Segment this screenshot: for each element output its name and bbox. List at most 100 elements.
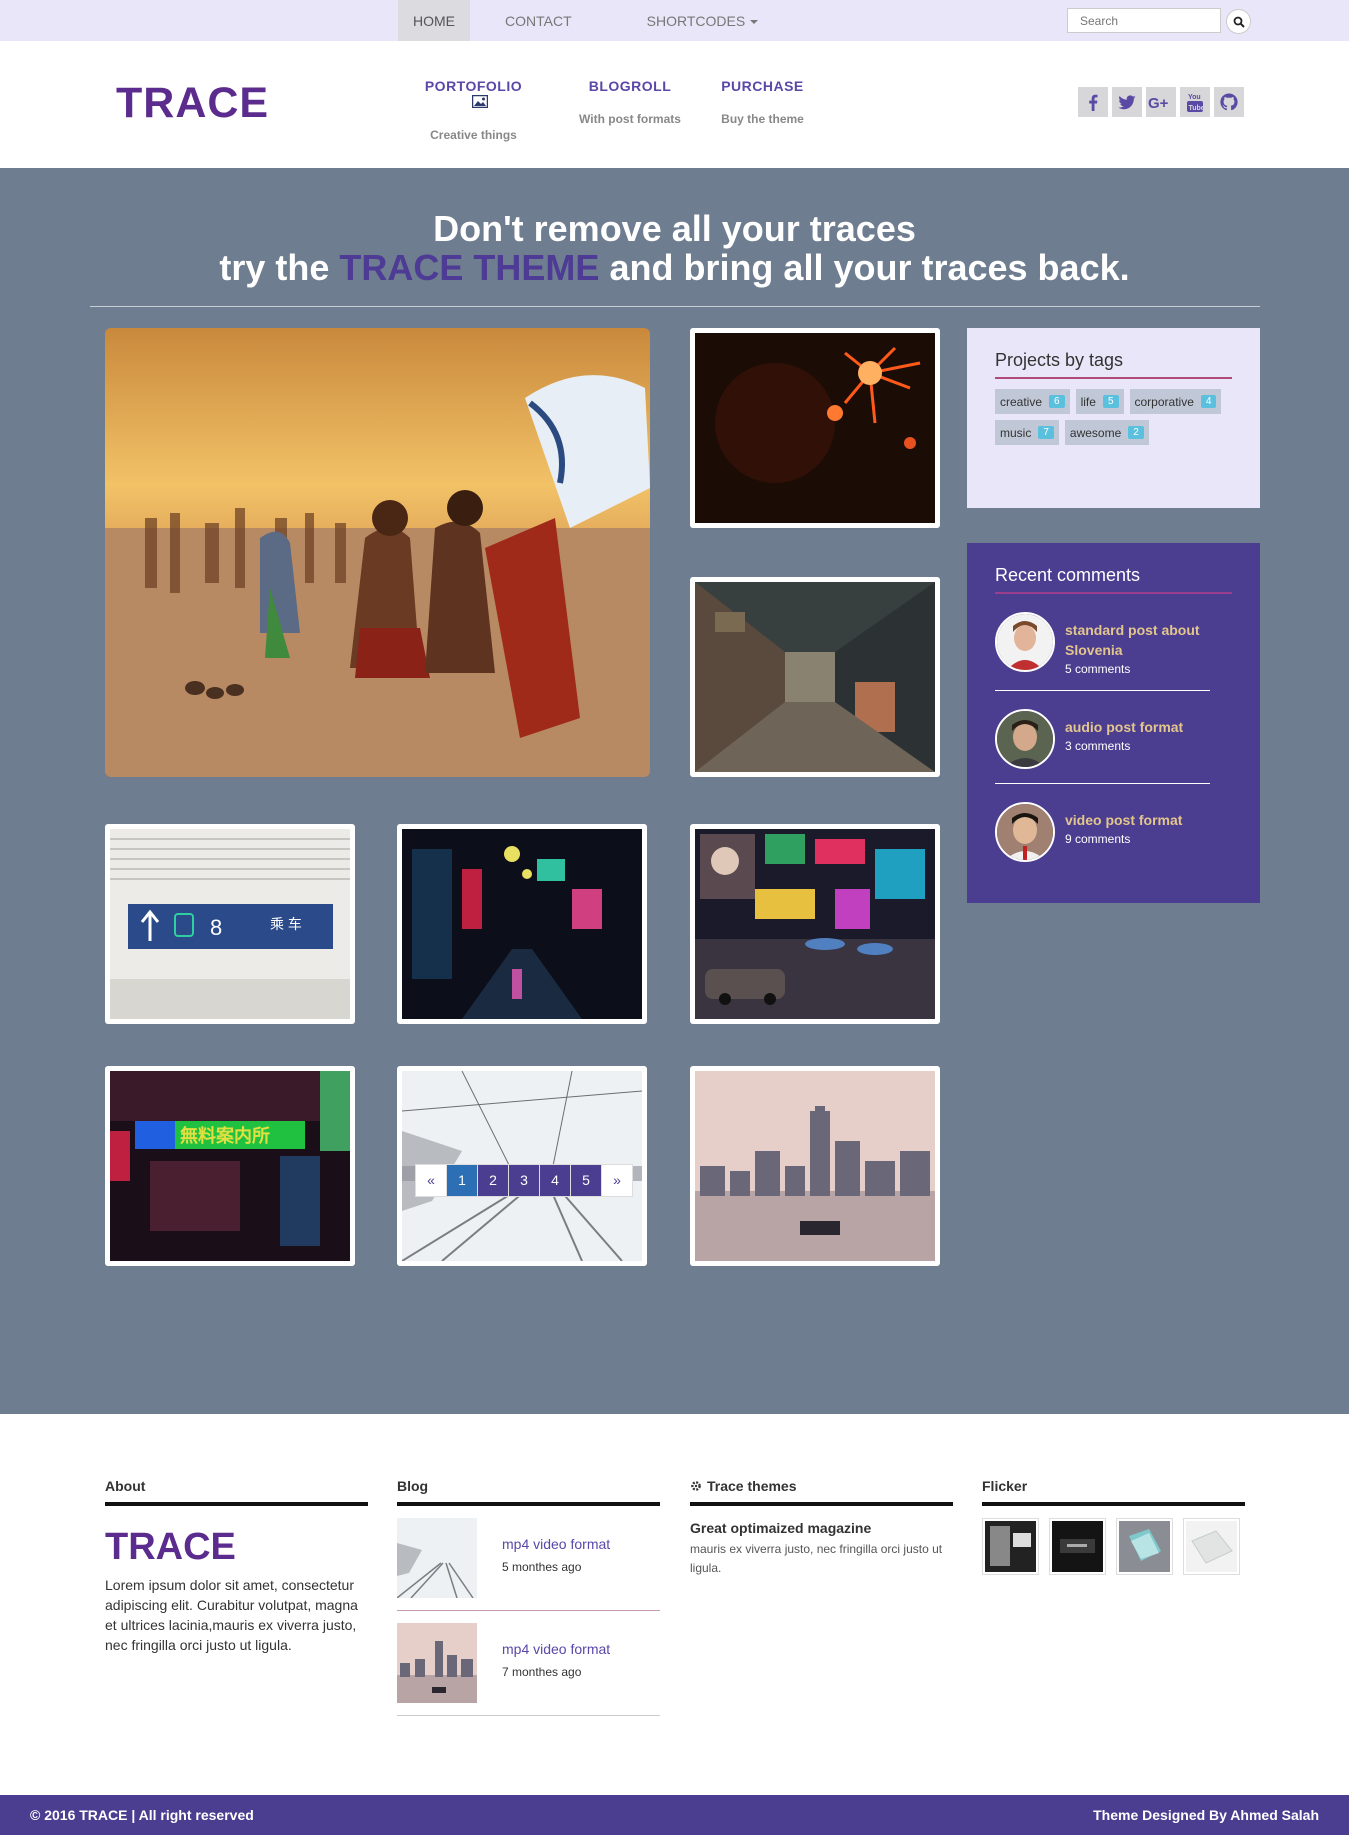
blog-post-title[interactable]: mp4 video format (502, 1641, 610, 1657)
search-input[interactable] (1067, 8, 1221, 33)
bottom-bar: © 2016 TRACE | All right reserved Theme … (0, 1795, 1349, 1835)
nav-purchase-sub: Buy the theme (721, 112, 804, 126)
hero-divider (90, 306, 1260, 307)
facebook-icon[interactable] (1078, 87, 1108, 117)
svg-text:無料案内所: 無料案内所 (180, 1125, 270, 1146)
footer-widgets: About TRACE Lorem ipsum dolor sit amet, … (0, 1414, 1349, 1795)
hero-section: Don't remove all your traces try the TRA… (0, 168, 1349, 1414)
photo-neon-street[interactable] (397, 824, 647, 1024)
theme-title[interactable]: Great optimaized magazine (690, 1520, 953, 1536)
nav-purchase[interactable]: PURCHASE Buy the theme (715, 78, 810, 126)
blog-post-item[interactable]: mp4 video format 5 monthes ago (396, 1518, 660, 1611)
search-button[interactable] (1226, 9, 1251, 34)
comment-post-title: video post format (1065, 812, 1183, 828)
blog-post-thumbnail[interactable] (396, 1518, 477, 1599)
flicker-thumb[interactable] (982, 1518, 1039, 1575)
youtube-icon[interactable]: You Tube (1180, 87, 1210, 117)
svg-text:8: 8 (210, 915, 222, 940)
hero-line2-post: and bring all your traces back. (609, 247, 1130, 288)
site-header: TRACE PORTOFOLIO Creative things BLOGROL… (0, 41, 1349, 168)
pagination-page[interactable]: 3 (508, 1164, 540, 1197)
social-links: G+ You Tube (1078, 87, 1244, 117)
footer-flicker-heading: Flicker (982, 1478, 1245, 1506)
photo-subway-sign[interactable]: 8 乘 车 (105, 824, 355, 1024)
nav-contact[interactable]: CONTACT (490, 0, 587, 41)
nav-shortcodes[interactable]: SHORTCODES (632, 0, 774, 41)
photo-fireworks[interactable] (690, 328, 940, 528)
svg-text:乘 车: 乘 车 (270, 916, 302, 932)
blog-post-title[interactable]: mp4 video format (502, 1536, 610, 1552)
footer-trace-themes: Trace themes Great optimaized magazine m… (690, 1478, 953, 1578)
flicker-gallery (982, 1518, 1245, 1575)
tag-label: awesome (1069, 425, 1122, 440)
footer-blog-heading: Blog (397, 1478, 660, 1506)
footer-themes-heading: Trace themes (690, 1478, 953, 1506)
comment-count: 3 comments (1065, 739, 1131, 753)
blog-post-thumbnail[interactable] (397, 1623, 477, 1703)
tag-label: creative (1000, 394, 1043, 409)
top-nav: HOME CONTACT SHORTCODES (398, 0, 773, 41)
photo-skyline[interactable] (690, 1066, 940, 1266)
hero-line1: Don't remove all your traces (433, 208, 916, 249)
photo-neon-shop[interactable]: 無料案内所 (105, 1066, 355, 1266)
flicker-thumb[interactable] (1116, 1518, 1173, 1575)
blog-post-date: 5 monthes ago (502, 1560, 582, 1574)
tag-life[interactable]: life 5 (1075, 389, 1124, 414)
footer-flicker: Flicker (982, 1478, 1245, 1575)
tag-count-badge: 2 (1128, 426, 1144, 439)
tag-creative[interactable]: creative 6 (995, 389, 1070, 414)
blog-post-date: 7 monthes ago (502, 1665, 582, 1679)
pagination-next[interactable]: » (601, 1164, 633, 1197)
nav-blogroll-sub: With post formats (579, 112, 681, 126)
photo-alley[interactable] (690, 577, 940, 777)
pagination: « 1 2 3 4 5 » (415, 1164, 633, 1197)
comment-post-title: audio post format (1065, 719, 1184, 735)
google-plus-icon[interactable]: G+ (1146, 87, 1176, 117)
github-icon[interactable] (1214, 87, 1244, 117)
nav-blogroll[interactable]: BLOGROLL With post formats (575, 78, 685, 126)
pagination-page[interactable]: 1 (446, 1164, 478, 1197)
photo-tokyo-crossing[interactable] (690, 824, 940, 1024)
tag-awesome[interactable]: awesome 2 (1064, 420, 1149, 445)
pagination-page[interactable]: 4 (539, 1164, 571, 1197)
pagination-page[interactable]: 5 (570, 1164, 602, 1197)
top-navbar: HOME CONTACT SHORTCODES (0, 0, 1349, 41)
pagination-prev[interactable]: « (415, 1164, 447, 1197)
nav-purchase-label: PURCHASE (721, 78, 804, 94)
tags-widget: Projects by tags creative 6 life 5 corpora… (967, 328, 1260, 508)
comment-count: 9 comments (1065, 832, 1131, 846)
hero-headline: Don't remove all your traces try the TRA… (0, 209, 1349, 287)
comment-post-title: standard post about Slovenia (1065, 622, 1200, 658)
twitter-icon[interactable] (1112, 87, 1142, 117)
nav-home[interactable]: HOME (398, 0, 470, 41)
avatar (995, 612, 1055, 672)
tag-count-badge: 6 (1049, 395, 1065, 408)
featured-photo-beach[interactable] (105, 328, 650, 777)
tag-count-badge: 5 (1102, 395, 1119, 408)
avatar (995, 802, 1055, 862)
nav-portfolio[interactable]: PORTOFOLIO Creative things (412, 78, 535, 142)
tag-label: music (1000, 425, 1032, 440)
comment-item[interactable]: audio post format 3 comments (995, 709, 1210, 784)
footer-logo[interactable]: TRACE (105, 1526, 368, 1569)
comment-item[interactable]: standard post about Slovenia 5 comments (995, 612, 1210, 691)
footer-about-heading: About (105, 1478, 368, 1506)
nav-portfolio-label: PORTOFOLIO (424, 78, 523, 94)
blog-post-item[interactable]: mp4 video format 7 monthes ago (397, 1623, 660, 1716)
svg-text:You: You (1188, 94, 1201, 101)
tag-music[interactable]: music 7 (995, 420, 1059, 445)
hero-line2-pre: try the (219, 247, 330, 288)
nav-blogroll-label: BLOGROLL (588, 78, 672, 94)
footer-themes-heading-label: Trace themes (707, 1478, 797, 1494)
svg-text:Tube: Tube (1189, 105, 1205, 112)
site-logo[interactable]: TRACE (116, 79, 269, 128)
flicker-thumb[interactable] (1183, 1518, 1240, 1575)
tag-label: corporative (1134, 394, 1194, 409)
tag-list: creative 6 life 5 corporative 4 music 7 awes… (995, 389, 1232, 445)
tag-corporative[interactable]: corporative 4 (1129, 389, 1222, 414)
flicker-thumb[interactable] (1049, 1518, 1106, 1575)
pagination-page[interactable]: 2 (477, 1164, 509, 1197)
tag-count-badge: 7 (1038, 426, 1054, 439)
comment-item[interactable]: video post format 9 comments (995, 802, 1210, 876)
theme-description: mauris ex viverra justo, nec fringilla o… (690, 1542, 943, 1575)
